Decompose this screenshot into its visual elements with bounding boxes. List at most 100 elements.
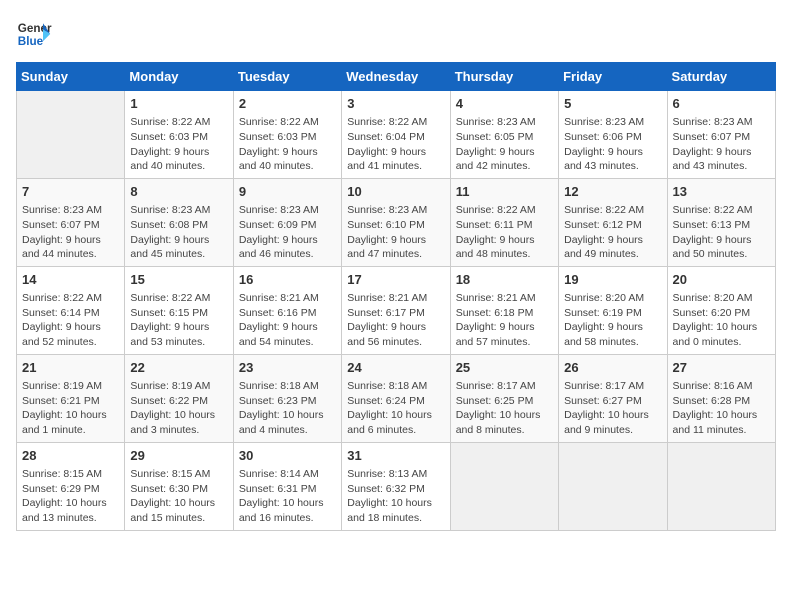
calendar-cell [450,442,558,530]
day-number: 1 [130,95,227,113]
svg-text:Blue: Blue [18,35,44,48]
day-number: 31 [347,447,444,465]
calendar-cell: 5Sunrise: 8:23 AM Sunset: 6:06 PM Daylig… [559,91,667,179]
day-number: 23 [239,359,336,377]
day-number: 5 [564,95,661,113]
calendar-cell [17,91,125,179]
day-info: Sunrise: 8:22 AM Sunset: 6:03 PM Dayligh… [239,115,336,174]
calendar-cell: 7Sunrise: 8:23 AM Sunset: 6:07 PM Daylig… [17,178,125,266]
day-number: 10 [347,183,444,201]
calendar-cell: 10Sunrise: 8:23 AM Sunset: 6:10 PM Dayli… [342,178,450,266]
calendar-cell: 20 Sunrise: 8:20 AM Sunset: 6:20 PM Dayli… [667,266,775,354]
day-number: 19 [564,271,661,289]
day-header-sunday: Sunday [17,63,125,91]
calendar-cell: 21 Sunrise: 8:19 AM Sunset: 6:21 PM Dayli… [17,354,125,442]
calendar-cell [667,442,775,530]
day-number: 11 [456,183,553,201]
calendar-cell: 23 Sunrise: 8:18 AM Sunset: 6:23 PM Dayli… [233,354,341,442]
day-info: Sunrise: 8:20 AM Sunset: 6:20 PM Dayligh… [673,291,770,350]
day-number: 29 [130,447,227,465]
day-info: Sunrise: 8:17 AM Sunset: 6:25 PM Dayligh… [456,379,553,438]
day-info: Sunrise: 8:14 AM Sunset: 6:31 PM Dayligh… [239,467,336,526]
calendar-cell: 12 Sunrise: 8:22 AM Sunset: 6:12 PM Dayli… [559,178,667,266]
day-info: Sunrise: 8:23 AM Sunset: 6:08 PM Dayligh… [130,203,227,262]
calendar-cell: 18 Sunrise: 8:21 AM Sunset: 6:18 PM Dayli… [450,266,558,354]
day-header-monday: Monday [125,63,233,91]
logo: General Blue [16,16,52,52]
calendar-cell: 6 Sunrise: 8:23 AM Sunset: 6:07 PM Daylig… [667,91,775,179]
day-number: 21 [22,359,119,377]
day-info: Sunrise: 8:23 AM Sunset: 6:09 PM Dayligh… [239,203,336,262]
day-number: 20 [673,271,770,289]
calendar-header-row: SundayMondayTuesdayWednesdayThursdayFrid… [17,63,776,91]
calendar-cell: 17 Sunrise: 8:21 AM Sunset: 6:17 PM Dayli… [342,266,450,354]
day-number: 25 [456,359,553,377]
day-info: Sunrise: 8:17 AM Sunset: 6:27 PM Dayligh… [564,379,661,438]
calendar-cell: 1Sunrise: 8:22 AM Sunset: 6:03 PM Daylig… [125,91,233,179]
calendar-table: SundayMondayTuesdayWednesdayThursdayFrid… [16,62,776,531]
calendar-week-2: 7Sunrise: 8:23 AM Sunset: 6:07 PM Daylig… [17,178,776,266]
calendar-week-4: 21 Sunrise: 8:19 AM Sunset: 6:21 PM Dayli… [17,354,776,442]
calendar-cell: 4 Sunrise: 8:23 AM Sunset: 6:05 PM Daylig… [450,91,558,179]
day-number: 6 [673,95,770,113]
day-number: 28 [22,447,119,465]
day-info: Sunrise: 8:20 AM Sunset: 6:19 PM Dayligh… [564,291,661,350]
page-header: General Blue [16,16,776,52]
calendar-cell: 26 Sunrise: 8:17 AM Sunset: 6:27 PM Dayli… [559,354,667,442]
calendar-cell: 13 Sunrise: 8:22 AM Sunset: 6:13 PM Dayli… [667,178,775,266]
day-info: Sunrise: 8:22 AM Sunset: 6:15 PM Dayligh… [130,291,227,350]
day-info: Sunrise: 8:16 AM Sunset: 6:28 PM Dayligh… [673,379,770,438]
calendar-cell: 9 Sunrise: 8:23 AM Sunset: 6:09 PM Daylig… [233,178,341,266]
day-info: Sunrise: 8:19 AM Sunset: 6:22 PM Dayligh… [130,379,227,438]
day-header-friday: Friday [559,63,667,91]
calendar-cell: 24 Sunrise: 8:18 AM Sunset: 6:24 PM Dayli… [342,354,450,442]
day-number: 16 [239,271,336,289]
day-info: Sunrise: 8:22 AM Sunset: 6:12 PM Dayligh… [564,203,661,262]
calendar-cell: 11 Sunrise: 8:22 AM Sunset: 6:11 PM Dayli… [450,178,558,266]
day-info: Sunrise: 8:23 AM Sunset: 6:05 PM Dayligh… [456,115,553,174]
calendar-cell [559,442,667,530]
day-number: 24 [347,359,444,377]
day-info: Sunrise: 8:13 AM Sunset: 6:32 PM Dayligh… [347,467,444,526]
day-info: Sunrise: 8:22 AM Sunset: 6:11 PM Dayligh… [456,203,553,262]
calendar-cell: 14Sunrise: 8:22 AM Sunset: 6:14 PM Dayli… [17,266,125,354]
calendar-cell: 3Sunrise: 8:22 AM Sunset: 6:04 PM Daylig… [342,91,450,179]
day-info: Sunrise: 8:21 AM Sunset: 6:17 PM Dayligh… [347,291,444,350]
calendar-cell: 19 Sunrise: 8:20 AM Sunset: 6:19 PM Dayli… [559,266,667,354]
day-info: Sunrise: 8:18 AM Sunset: 6:23 PM Dayligh… [239,379,336,438]
calendar-week-5: 28 Sunrise: 8:15 AM Sunset: 6:29 PM Dayli… [17,442,776,530]
day-info: Sunrise: 8:23 AM Sunset: 6:07 PM Dayligh… [673,115,770,174]
day-info: Sunrise: 8:22 AM Sunset: 6:13 PM Dayligh… [673,203,770,262]
day-number: 13 [673,183,770,201]
day-header-thursday: Thursday [450,63,558,91]
calendar-cell: 22 Sunrise: 8:19 AM Sunset: 6:22 PM Dayli… [125,354,233,442]
calendar-week-1: 1 Sunrise: 8:22 AM Sunset: 6:03 PM Daylig… [17,91,776,179]
day-number: 4 [456,95,553,113]
day-number: 27 [673,359,770,377]
calendar-cell: 30 Sunrise: 8:14 AM Sunset: 6:31 PM Dayli… [233,442,341,530]
calendar-cell: 16 Sunrise: 8:21 AM Sunset: 6:16 PM Dayli… [233,266,341,354]
day-number: 30 [239,447,336,465]
day-number: 17 [347,271,444,289]
day-number: 9 [239,183,336,201]
calendar-cell: 8 Sunrise: 8:23 AM Sunset: 6:08 PM Daylig… [125,178,233,266]
day-number: 12 [564,183,661,201]
day-info: Sunrise: 8:21 AM Sunset: 6:18 PM Dayligh… [456,291,553,350]
logo-icon: General Blue [16,16,52,52]
day-info: Sunrise: 8:19 AM Sunset: 6:21 PM Dayligh… [22,379,119,438]
calendar-cell: 25 Sunrise: 8:17 AM Sunset: 6:25 PM Dayli… [450,354,558,442]
day-number: 8 [130,183,227,201]
day-info: Sunrise: 8:15 AM Sunset: 6:29 PM Dayligh… [22,467,119,526]
calendar-cell: 15 Sunrise: 8:22 AM Sunset: 6:15 PM Dayli… [125,266,233,354]
calendar-cell: 29Sunrise: 8:15 AM Sunset: 6:30 PM Dayli… [125,442,233,530]
day-number: 26 [564,359,661,377]
day-info: Sunrise: 8:18 AM Sunset: 6:24 PM Dayligh… [347,379,444,438]
day-number: 15 [130,271,227,289]
calendar-cell: 2Sunrise: 8:22 AM Sunset: 6:03 PM Daylig… [233,91,341,179]
day-header-saturday: Saturday [667,63,775,91]
day-number: 18 [456,271,553,289]
day-header-tuesday: Tuesday [233,63,341,91]
day-info: Sunrise: 8:21 AM Sunset: 6:16 PM Dayligh… [239,291,336,350]
day-number: 22 [130,359,227,377]
day-info: Sunrise: 8:22 AM Sunset: 6:14 PM Dayligh… [22,291,119,350]
